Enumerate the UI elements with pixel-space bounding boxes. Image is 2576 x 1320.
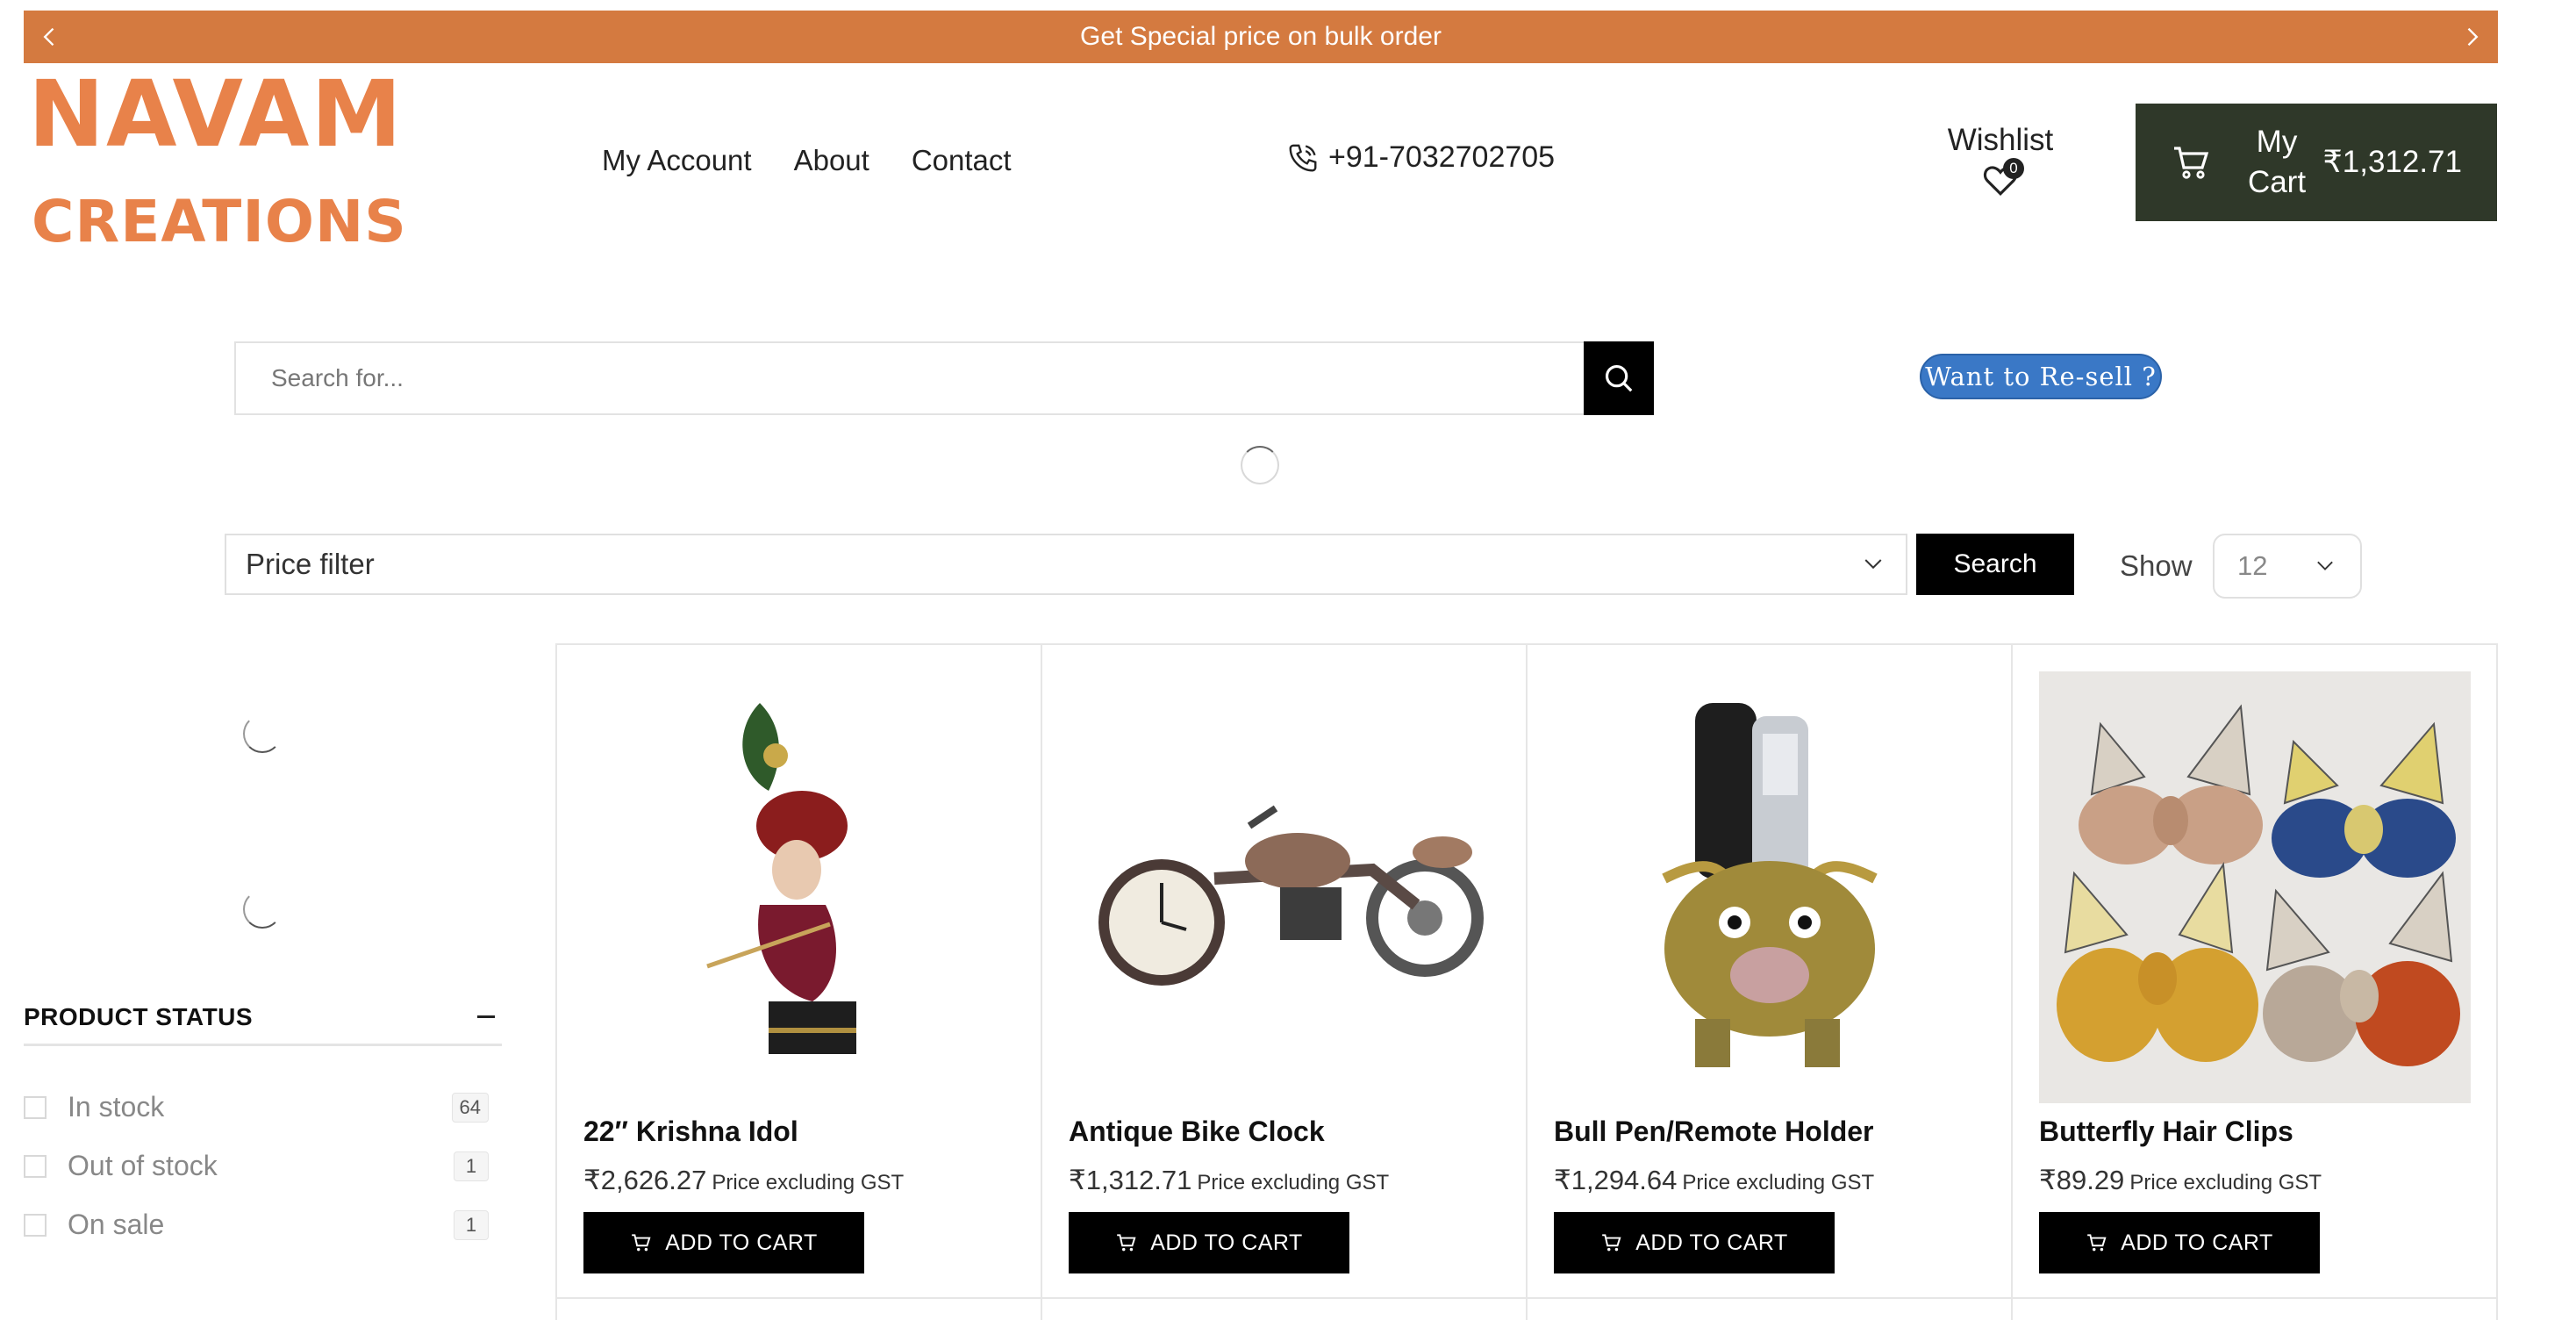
product-status-list: In stock 64 Out of stock 1 On sale 1 [24, 1078, 489, 1254]
product-title[interactable]: Bull Pen/Remote Holder [1554, 1116, 1874, 1148]
product-price: ₹89.29 Price excluding GST [2039, 1165, 2322, 1196]
product-image-antique-bike-clock[interactable] [1069, 671, 1500, 1103]
loading-spinner [243, 890, 282, 929]
search-input[interactable] [234, 341, 1584, 415]
status-out-of-stock[interactable]: Out of stock 1 [24, 1137, 489, 1195]
grid-divider [555, 1297, 2498, 1299]
chevron-right-icon[interactable] [2445, 11, 2498, 63]
promo-bar: Get Special price on bulk order [24, 11, 2498, 63]
add-to-cart-label: ADD TO CART [665, 1230, 818, 1255]
product-title[interactable]: 22″ Krishna Idol [583, 1116, 798, 1148]
loading-spinner [243, 714, 282, 753]
price-filter-label: Price filter [246, 548, 375, 580]
product-grid: 22″ Krishna Idol ₹2,626.27 Price excludin… [555, 643, 2498, 1320]
search-bar [234, 341, 1654, 415]
cart-label: My Cart [2247, 125, 2307, 199]
checkbox[interactable] [24, 1213, 47, 1237]
wishlist-count-badge: 0 [2003, 158, 2024, 179]
status-label: Out of stock [68, 1150, 218, 1181]
status-label: On sale [68, 1209, 165, 1240]
chevron-down-icon [1864, 559, 1882, 570]
product-image-bull-pen-holder[interactable] [1554, 671, 1986, 1103]
status-in-stock[interactable]: In stock 64 [24, 1078, 489, 1137]
search-button[interactable] [1584, 341, 1654, 415]
cart-icon [1117, 1234, 1136, 1252]
logo-line-2: CREATIONS [32, 188, 407, 255]
cart-icon [2087, 1234, 2107, 1252]
product-price: ₹2,626.27 Price excluding GST [583, 1165, 904, 1196]
chevron-down-icon [2317, 561, 2333, 570]
product-image-krishna-idol[interactable] [583, 671, 1015, 1103]
status-label: In stock [68, 1091, 165, 1123]
product-image-butterfly-hair-clips[interactable] [2039, 671, 2471, 1103]
cart-icon [2174, 147, 2209, 179]
price-value: ₹89.29 [2039, 1165, 2125, 1195]
add-to-cart-label: ADD TO CART [1635, 1230, 1788, 1255]
add-to-cart-button[interactable]: ADD TO CART [2039, 1212, 2320, 1273]
wishlist-label: Wishlist [1947, 123, 2054, 157]
search-icon [1605, 364, 1633, 392]
resell-button[interactable]: Want to Re-sell ? [1920, 354, 2162, 399]
chevron-left-icon[interactable] [24, 11, 76, 63]
price-value: ₹1,294.64 [1554, 1165, 1678, 1195]
add-to-cart-button[interactable]: ADD TO CART [1554, 1212, 1835, 1273]
status-count: 1 [454, 1151, 489, 1181]
filter-search-button[interactable]: Search [1916, 534, 2074, 595]
per-page-value: 12 [2237, 550, 2268, 581]
product-card[interactable]: Bull Pen/Remote Holder ₹1,294.64 Price ex… [1528, 645, 2013, 1320]
product-card[interactable]: Antique Bike Clock ₹1,312.71 Price exclud… [1042, 645, 1528, 1320]
cart-button[interactable]: My Cart ₹1,312.71 [2136, 104, 2497, 221]
gst-note: Price excluding GST [712, 1171, 905, 1194]
product-price: ₹1,294.64 Price excluding GST [1554, 1165, 1874, 1196]
main-nav: My Account About Contact [602, 144, 1012, 177]
add-to-cart-button[interactable]: ADD TO CART [1069, 1212, 1349, 1273]
status-count: 64 [451, 1092, 489, 1123]
phone-number: +91-7032702705 [1328, 140, 1556, 174]
logo-line-1: NAVAM [28, 61, 404, 168]
price-value: ₹1,312.71 [1069, 1165, 1192, 1195]
checkbox[interactable] [24, 1095, 47, 1119]
cart-icon [632, 1234, 651, 1252]
product-status-title: PRODUCT STATUS [24, 1002, 254, 1030]
price-value: ₹2,626.27 [583, 1165, 707, 1195]
add-to-cart-label: ADD TO CART [2121, 1230, 2273, 1255]
status-count: 1 [454, 1209, 489, 1240]
per-page-select[interactable]: 12 [2213, 534, 2362, 599]
product-price: ₹1,312.71 Price excluding GST [1069, 1165, 1389, 1196]
phone-icon [1289, 144, 1317, 171]
product-title[interactable]: Butterfly Hair Clips [2039, 1116, 2293, 1148]
status-on-sale[interactable]: On sale 1 [24, 1195, 489, 1254]
gst-note: Price excluding GST [1197, 1171, 1390, 1194]
collapse-icon[interactable] [477, 1015, 495, 1018]
nav-contact[interactable]: Contact [912, 144, 1012, 177]
gst-note: Price excluding GST [2129, 1171, 2322, 1194]
nav-my-account[interactable]: My Account [602, 144, 752, 177]
nav-about[interactable]: About [794, 144, 869, 177]
price-filter-select[interactable]: Price filter [225, 534, 1907, 595]
add-to-cart-button[interactable]: ADD TO CART [583, 1212, 864, 1273]
wishlist-link[interactable]: Wishlist 0 [1939, 123, 2062, 200]
checkbox[interactable] [24, 1154, 47, 1178]
cart-icon [1602, 1234, 1621, 1252]
product-card[interactable]: 22″ Krishna Idol ₹2,626.27 Price excludin… [557, 645, 1042, 1320]
product-status-header[interactable]: PRODUCT STATUS [24, 990, 502, 1046]
add-to-cart-label: ADD TO CART [1150, 1230, 1303, 1255]
promo-text: Get Special price on bulk order [1080, 22, 1442, 51]
product-card[interactable]: Butterfly Hair Clips ₹89.29 Price excludi… [2013, 645, 2498, 1320]
product-title[interactable]: Antique Bike Clock [1069, 1116, 1325, 1148]
site-logo[interactable]: NAVAM CREATIONS [28, 68, 406, 262]
show-label: Show [2120, 549, 2193, 582]
heart-icon: 0 [1979, 158, 2024, 200]
phone-contact[interactable]: +91-7032702705 [1286, 140, 1555, 175]
cart-total: ₹1,312.71 [2322, 145, 2462, 179]
loading-spinner [1241, 446, 1279, 484]
gst-note: Price excluding GST [1682, 1171, 1875, 1194]
